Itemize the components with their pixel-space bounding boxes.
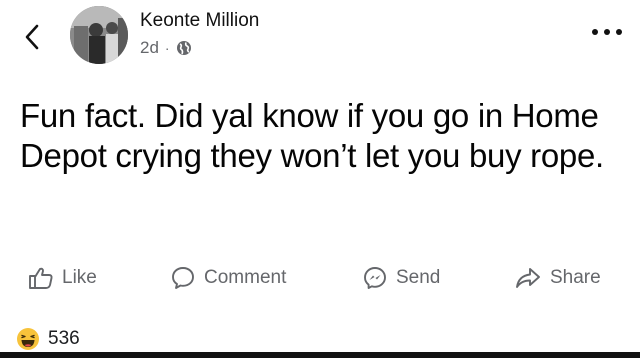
like-label: Like	[62, 267, 97, 288]
haha-emoji-icon	[17, 328, 39, 350]
comment-button[interactable]: Comment	[170, 258, 286, 298]
back-button[interactable]	[20, 22, 44, 52]
share-arrow-icon	[516, 268, 540, 288]
share-button[interactable]: Share	[514, 258, 601, 298]
reaction-count: 536	[48, 328, 80, 349]
post-header: Keonte Million 2d ·	[0, 0, 640, 72]
bottom-edge-bar	[0, 352, 640, 358]
post-actions-bar: Like Comment Send Share	[0, 258, 640, 298]
comment-bubble-icon	[172, 267, 194, 289]
more-options-button[interactable]	[592, 22, 622, 42]
author-name[interactable]: Keonte Million	[140, 10, 259, 32]
chevron-left-icon	[25, 24, 39, 50]
reactions-summary[interactable]: 536	[16, 326, 80, 352]
avatar[interactable]	[70, 6, 128, 64]
post-time[interactable]: 2d	[140, 38, 159, 58]
more-dot-icon	[604, 29, 610, 35]
send-button[interactable]: Send	[362, 258, 440, 298]
more-dot-icon	[592, 29, 598, 35]
globe-icon	[176, 41, 191, 55]
post-body-text: Fun fact. Did yal know if you go in Home…	[20, 97, 604, 174]
thumbs-up-icon	[29, 267, 53, 289]
more-dot-icon	[616, 29, 622, 35]
meta-separator: ·	[164, 40, 170, 56]
messenger-icon	[364, 267, 386, 289]
comment-label: Comment	[204, 267, 287, 288]
post-meta: 2d ·	[140, 38, 192, 58]
share-label: Share	[550, 267, 601, 288]
like-button[interactable]: Like	[28, 258, 97, 298]
avatar-photo	[70, 6, 128, 64]
send-label: Send	[396, 267, 441, 288]
